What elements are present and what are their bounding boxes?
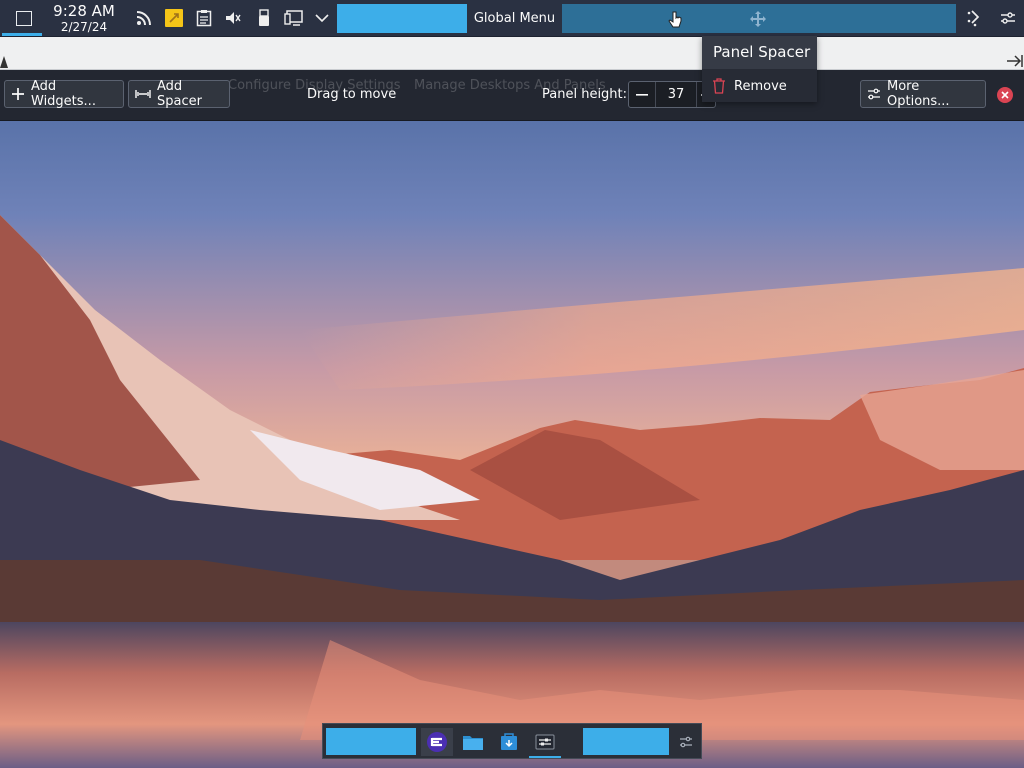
widget-context-popup: Panel Spacer Remove <box>702 36 817 102</box>
panel-ruler[interactable] <box>0 37 1024 70</box>
app-launcher-icon[interactable] <box>421 728 453 756</box>
options-sliders-icon <box>867 88 881 100</box>
dock-spacer-right[interactable] <box>583 728 669 755</box>
configure-icon[interactable] <box>672 728 700 756</box>
clipboard-icon[interactable] <box>191 0 217 36</box>
display-config-icon[interactable] <box>281 0 307 36</box>
show-desktop-button[interactable] <box>6 0 42 36</box>
drag-to-move-label: Drag to move <box>307 87 397 102</box>
file-manager-icon[interactable] <box>457 728 489 756</box>
remove-label: Remove <box>734 78 787 94</box>
mouse-cursor-icon <box>668 11 682 28</box>
edit-mode-icon[interactable] <box>962 0 988 36</box>
move-icon <box>750 11 766 27</box>
discover-icon[interactable] <box>493 728 525 756</box>
more-options-label: More Options... <box>887 79 950 109</box>
usb-device-icon[interactable] <box>251 0 277 36</box>
configure-icon[interactable] <box>995 0 1021 36</box>
bottom-dock-panel <box>322 723 702 759</box>
spacer-icon <box>135 88 151 100</box>
add-widgets-label: Add Widgets... <box>31 79 96 109</box>
volume-muted-icon[interactable] <box>220 0 246 36</box>
dock-spacer-left[interactable] <box>326 728 416 755</box>
close-edit-mode-button[interactable] <box>997 87 1013 103</box>
sticky-note-icon[interactable] <box>161 0 187 36</box>
digital-clock[interactable]: 9:28 AM 2/27/24 <box>48 0 120 36</box>
ruler-right-handle-icon[interactable] <box>1006 55 1024 67</box>
show-desktop-icon <box>16 10 32 26</box>
clock-time: 9:28 AM <box>53 1 115 20</box>
chevron-down-icon[interactable] <box>309 0 335 36</box>
panel-height-label: Panel height: <box>542 87 628 102</box>
system-settings-icon[interactable] <box>529 728 561 758</box>
clock-date: 2/27/24 <box>60 19 108 34</box>
panel-spacer-left[interactable] <box>337 4 467 33</box>
decrease-height-button[interactable] <box>629 93 655 96</box>
top-panel: 9:28 AM 2/27/24 Global Menu <box>0 0 1024 37</box>
ruler-left-handle-icon[interactable] <box>0 56 10 68</box>
trash-icon <box>712 78 726 94</box>
global-menu[interactable]: Global Menu <box>467 0 562 36</box>
close-icon <box>1001 91 1009 99</box>
panel-height-value[interactable]: 37 <box>655 82 697 107</box>
add-widgets-button[interactable]: Add Widgets... <box>4 79 124 109</box>
popup-title: Panel Spacer <box>702 36 817 69</box>
active-indicator <box>2 33 42 36</box>
panel-edit-toolbar: Configure Display Settings Manage Deskto… <box>0 70 1024 121</box>
add-spacer-label: Add Spacer <box>157 79 202 109</box>
add-spacer-button[interactable]: Add Spacer <box>128 79 230 109</box>
plus-icon <box>11 87 25 101</box>
rss-feed-icon[interactable] <box>131 0 157 36</box>
remove-widget-button[interactable]: Remove <box>702 72 817 100</box>
more-options-button[interactable]: More Options... <box>860 79 986 109</box>
